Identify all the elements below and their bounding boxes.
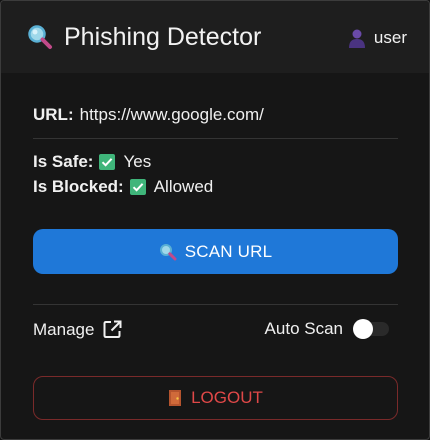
is-safe-label: Is Safe: <box>33 152 94 171</box>
user-silhouette-icon <box>348 29 365 48</box>
check-box-icon <box>129 179 146 195</box>
divider <box>33 304 398 305</box>
scan-url-button[interactable]: SCAN URL <box>33 229 398 274</box>
url-row: URL: https://www.google.com/ <box>33 105 264 125</box>
scan-url-label: SCAN URL <box>184 241 273 261</box>
magnifier-icon <box>28 25 52 49</box>
check-box-icon <box>99 154 116 170</box>
header-bar: Phishing Detector user <box>1 1 429 73</box>
is-blocked-label: Is Blocked: <box>33 177 124 196</box>
extension-popup: Phishing Detector user URL: https://www.… <box>0 0 430 440</box>
is-safe-row: Is Safe: Yes <box>33 152 151 172</box>
magnifier-icon <box>159 243 177 260</box>
manage-link[interactable]: Manage <box>33 319 123 340</box>
user-menu[interactable]: user <box>348 27 407 49</box>
manage-label: Manage <box>33 319 95 339</box>
is-blocked-row: Is Blocked: Allowed <box>33 177 213 197</box>
divider <box>33 138 398 139</box>
url-value: https://www.google.com/ <box>79 105 264 124</box>
is-safe-value: Yes <box>123 152 152 171</box>
logout-button[interactable]: LOGOUT <box>33 376 398 420</box>
user-name: user <box>373 28 407 47</box>
auto-scan-label: Auto Scan <box>264 319 343 338</box>
is-blocked-value: Allowed <box>153 177 214 196</box>
toggle-knob <box>353 319 373 339</box>
external-link-icon <box>103 320 122 338</box>
logout-label: LOGOUT <box>191 388 263 407</box>
door-icon <box>169 390 182 406</box>
auto-scan-control: Auto Scan <box>265 319 389 339</box>
auto-scan-toggle[interactable] <box>353 319 389 339</box>
app-title: Phishing Detector <box>64 23 262 51</box>
url-label: URL: <box>33 105 74 124</box>
